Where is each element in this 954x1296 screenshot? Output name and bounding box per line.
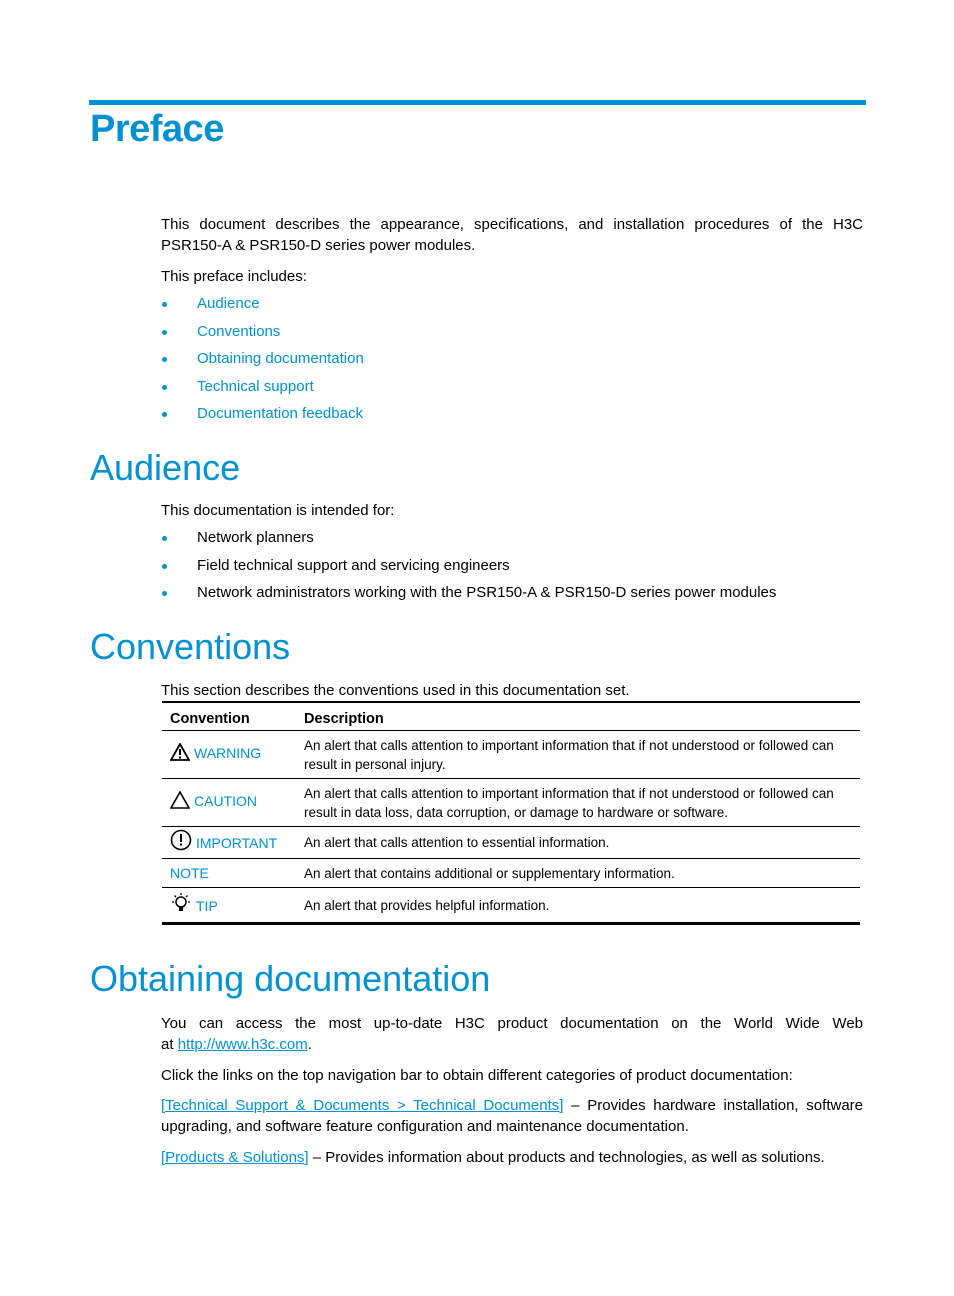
table-row: NOTE An alert that contains additional o… <box>162 858 860 888</box>
section-heading-conventions: Conventions <box>90 626 291 667</box>
bullet-icon <box>162 563 167 569</box>
table-header-row: Convention Description <box>162 702 860 731</box>
convention-description: An alert that calls attention to importa… <box>304 778 860 827</box>
toc-item[interactable]: Technical support <box>161 377 364 405</box>
convention-description: An alert that provides helpful informati… <box>304 887 860 925</box>
important-icon <box>170 829 192 856</box>
bullet-icon <box>162 591 167 596</box>
convention-label-important: IMPORTANT <box>196 835 278 851</box>
products-solutions-link[interactable]: [Products & Solutions] <box>161 1149 309 1166</box>
obtaining-paragraph-line2: at http://www.h3c.com. <box>161 1036 312 1053</box>
preface-includes-label: This preface includes: <box>161 268 307 285</box>
toc-link-conventions[interactable]: Conventions <box>197 323 280 340</box>
heading-rule <box>89 100 866 105</box>
toc-link-documentation-feedback[interactable]: Documentation feedback <box>197 405 363 422</box>
obtaining-navigation-paragraph: Click the links on the top navigation ba… <box>161 1067 793 1084</box>
convention-description: An alert that contains additional or sup… <box>304 858 860 888</box>
toc-item[interactable]: Audience <box>161 294 364 322</box>
convention-label-caution: CAUTION <box>194 793 257 809</box>
toc-link-audience[interactable]: Audience <box>197 295 260 312</box>
list-item: Network planners <box>161 528 776 556</box>
bullet-icon <box>162 384 167 390</box>
list-item: Field technical support and servicing en… <box>161 556 776 584</box>
table-row: TIP An alert that provides helpful infor… <box>162 887 860 925</box>
toc-link-obtaining-documentation[interactable]: Obtaining documentation <box>197 350 364 367</box>
toc-link-technical-support[interactable]: Technical support <box>197 378 314 395</box>
toc-item[interactable]: Obtaining documentation <box>161 349 364 377</box>
convention-label-tip: TIP <box>196 897 218 914</box>
section-heading-audience: Audience <box>90 447 241 488</box>
section-heading-obtaining-documentation: Obtaining documentation <box>90 958 491 999</box>
warning-icon <box>169 742 191 766</box>
products-solutions-paragraph: [Products & Solutions] – Provides inform… <box>161 1149 825 1166</box>
technical-documents-paragraph: [Technical Support & Documents > Technic… <box>161 1097 863 1135</box>
bullet-icon <box>162 357 167 362</box>
bullet-icon <box>162 412 167 417</box>
bullet-icon <box>162 329 167 335</box>
page-title: Preface <box>90 108 224 150</box>
list-item: Network administrators working with the … <box>161 583 776 611</box>
column-header-convention: Convention <box>170 711 250 727</box>
conventions-intro: This section describes the conventions u… <box>161 682 630 699</box>
convention-label-warning: WARNING <box>194 745 262 761</box>
bullet-icon <box>162 302 167 307</box>
obtaining-paragraph-line1: You can access the most up-to-date H3C p… <box>161 1015 863 1032</box>
intro-paragraph-line1: This document describes the appearance, … <box>161 216 863 233</box>
preface-toc-list: Audience Conventions Obtaining documenta… <box>161 294 364 432</box>
table-row: WARNING An alert that calls attention to… <box>162 730 860 779</box>
convention-label-note: NOTE <box>170 864 209 881</box>
convention-description: An alert that calls attention to importa… <box>304 730 860 779</box>
toc-item[interactable]: Documentation feedback <box>161 404 364 432</box>
intro-paragraph-line2: PSR150-A & PSR150-D series power modules… <box>161 237 476 254</box>
technical-documents-link[interactable]: [Technical Support & Documents > Technic… <box>161 1097 563 1114</box>
table-row: IMPORTANT An alert that calls attention … <box>162 826 860 859</box>
tip-lightbulb-icon <box>170 892 192 919</box>
toc-item[interactable]: Conventions <box>161 322 364 350</box>
table-row: CAUTION An alert that calls attention to… <box>162 778 860 827</box>
conventions-table: Convention Description WARNING An alert … <box>162 701 860 925</box>
h3c-website-link[interactable]: http://www.h3c.com <box>178 1036 308 1053</box>
caution-icon <box>169 790 191 814</box>
audience-intro: This documentation is intended for: <box>161 502 395 519</box>
column-header-description: Description <box>304 711 384 727</box>
convention-description: An alert that calls attention to essenti… <box>304 826 860 859</box>
bullet-icon <box>162 536 167 541</box>
audience-list: Network planners Field technical support… <box>161 528 776 611</box>
